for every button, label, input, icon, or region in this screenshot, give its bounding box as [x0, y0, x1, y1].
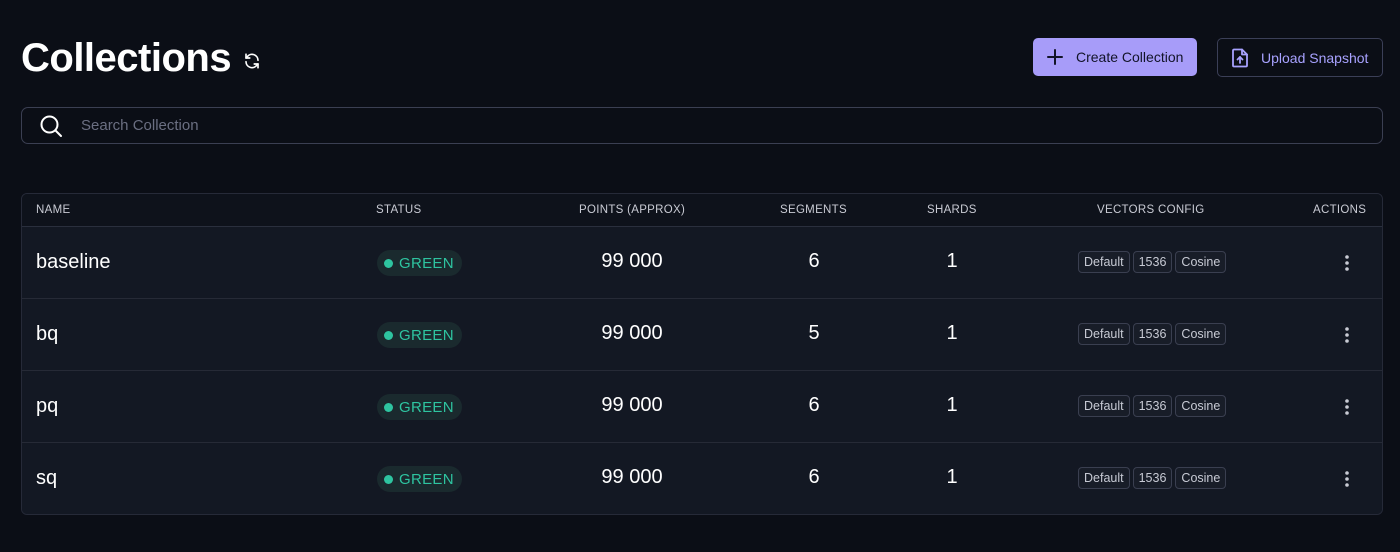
segments-value: 5 [808, 322, 820, 344]
vector-distance-tag: Cosine [1175, 395, 1227, 417]
shards-value: 1 [946, 394, 958, 416]
status-dot-icon [384, 258, 393, 268]
vectors-config: Default 1536 Cosine [1078, 395, 1227, 417]
vector-distance-tag: Cosine [1175, 323, 1227, 345]
table-row[interactable]: pq GREEN 99 000 6 1 Default 1536 Cosine [22, 371, 1382, 443]
status-dot-icon [384, 474, 393, 484]
points-value: 99 000 [601, 466, 663, 488]
search-input[interactable] [81, 117, 1281, 134]
shards-value: 1 [946, 250, 958, 272]
status-label: GREEN [399, 398, 454, 416]
shards-value: 1 [946, 466, 958, 488]
collections-table: NAME STATUS POINTS (APPROX) SEGMENTS SHA… [21, 193, 1383, 515]
refresh-icon [245, 53, 259, 69]
collection-name[interactable]: pq [36, 395, 58, 418]
vector-name-tag: Default [1078, 323, 1130, 345]
table-header: NAME STATUS POINTS (APPROX) SEGMENTS SHA… [22, 194, 1382, 227]
vector-name-tag: Default [1078, 251, 1130, 273]
create-collection-label: Create Collection [1076, 49, 1184, 65]
points-value: 99 000 [601, 250, 663, 272]
vectors-config: Default 1536 Cosine [1078, 251, 1227, 273]
status-badge: GREEN [377, 250, 462, 276]
status-badge: GREEN [377, 322, 462, 348]
column-header-segments: SEGMENTS [780, 204, 847, 216]
vector-size-tag: 1536 [1132, 395, 1173, 417]
refresh-button[interactable] [242, 51, 262, 71]
vectors-config: Default 1536 Cosine [1078, 467, 1227, 489]
search-icon [40, 115, 62, 137]
more-vertical-icon [1345, 255, 1349, 271]
row-actions-button[interactable] [1338, 325, 1356, 345]
file-upload-icon [1232, 48, 1248, 67]
collection-name[interactable]: sq [36, 467, 57, 490]
status-dot-icon [384, 402, 393, 412]
collection-name[interactable]: baseline [36, 251, 111, 274]
status-label: GREEN [399, 254, 454, 272]
vector-distance-tag: Cosine [1175, 251, 1227, 273]
table-row[interactable]: baseline GREEN 99 000 6 1 Default 1536 C… [22, 227, 1382, 299]
column-header-actions: ACTIONS [1313, 204, 1367, 216]
points-value: 99 000 [601, 394, 663, 416]
row-actions-button[interactable] [1338, 397, 1356, 417]
upload-snapshot-button[interactable]: Upload Snapshot [1217, 38, 1383, 77]
status-label: GREEN [399, 470, 454, 488]
plus-icon [1047, 49, 1063, 65]
collection-name[interactable]: bq [36, 323, 58, 346]
vector-size-tag: 1536 [1132, 251, 1173, 273]
column-header-points: POINTS (APPROX) [579, 204, 686, 216]
upload-snapshot-label: Upload Snapshot [1261, 49, 1369, 66]
vector-name-tag: Default [1078, 395, 1130, 417]
more-vertical-icon [1345, 327, 1349, 343]
page-title: Collections [21, 36, 232, 80]
vector-name-tag: Default [1078, 467, 1130, 489]
table-row[interactable]: bq GREEN 99 000 5 1 Default 1536 Cosine [22, 299, 1382, 371]
create-collection-button[interactable]: Create Collection [1033, 38, 1197, 76]
row-actions-button[interactable] [1338, 253, 1356, 273]
status-dot-icon [384, 330, 393, 340]
status-label: GREEN [399, 326, 454, 344]
status-badge: GREEN [377, 466, 462, 492]
column-header-shards: SHARDS [927, 204, 977, 216]
segments-value: 6 [808, 394, 820, 416]
segments-value: 6 [808, 250, 820, 272]
row-actions-button[interactable] [1338, 469, 1356, 489]
vector-size-tag: 1536 [1132, 467, 1173, 489]
table-row[interactable]: sq GREEN 99 000 6 1 Default 1536 Cosine [22, 443, 1382, 514]
search-bar [21, 107, 1383, 144]
column-header-name: NAME [36, 204, 71, 216]
vector-distance-tag: Cosine [1175, 467, 1227, 489]
column-header-vectors-config: VECTORS CONFIG [1097, 204, 1205, 216]
shards-value: 1 [946, 322, 958, 344]
vectors-config: Default 1536 Cosine [1078, 323, 1227, 345]
vector-size-tag: 1536 [1132, 323, 1173, 345]
more-vertical-icon [1345, 471, 1349, 487]
points-value: 99 000 [601, 322, 663, 344]
more-vertical-icon [1345, 399, 1349, 415]
segments-value: 6 [808, 466, 820, 488]
column-header-status: STATUS [376, 204, 422, 216]
status-badge: GREEN [377, 394, 462, 420]
